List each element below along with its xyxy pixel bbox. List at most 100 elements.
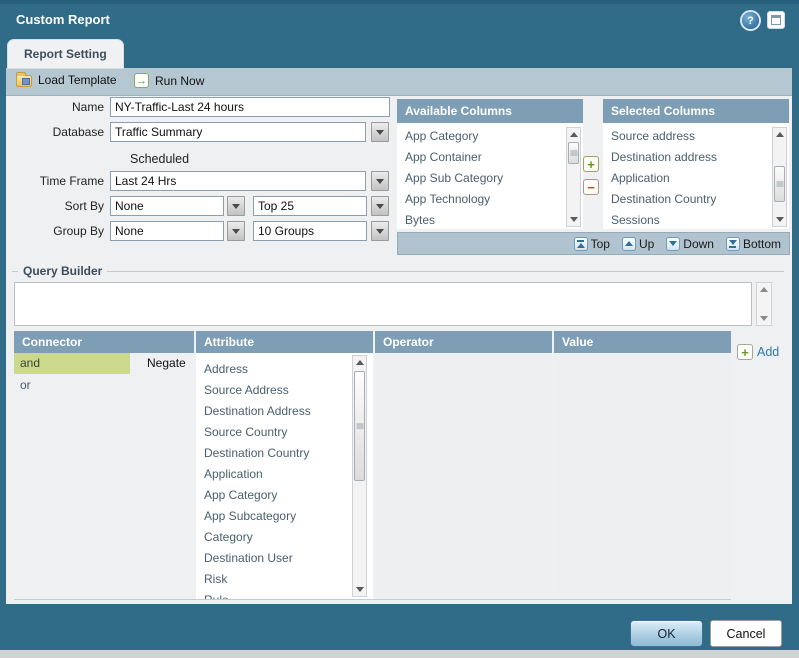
scroll-down-icon[interactable] bbox=[567, 213, 580, 226]
group-by-limit-select[interactable] bbox=[253, 221, 367, 241]
value-cell[interactable] bbox=[554, 353, 731, 599]
attribute-item[interactable]: Source Address bbox=[196, 380, 349, 401]
attribute-item[interactable]: Category bbox=[196, 527, 349, 548]
connector-option-and[interactable]: and bbox=[14, 353, 130, 374]
folder-icon bbox=[16, 75, 32, 87]
attribute-item[interactable]: Destination Address bbox=[196, 401, 349, 422]
connector-column-header: Connector bbox=[14, 331, 194, 353]
connector-option-or[interactable]: or bbox=[14, 375, 130, 396]
available-column-item[interactable]: Bytes bbox=[397, 210, 583, 231]
scrollbar-thumb[interactable] bbox=[568, 142, 579, 164]
time-frame-select[interactable] bbox=[110, 171, 366, 191]
connector-cell: and or Negate bbox=[14, 353, 194, 599]
available-columns-list: App CategoryApp ContainerApp Sub Categor… bbox=[397, 123, 583, 229]
window-icon[interactable] bbox=[768, 12, 784, 28]
move-down-label: Down bbox=[683, 237, 714, 251]
group-by-limit-dropdown-arrow-icon[interactable] bbox=[371, 221, 389, 241]
selected-column-item[interactable]: Destination Country bbox=[603, 189, 789, 210]
move-bottom-label: Bottom bbox=[743, 237, 781, 251]
attribute-item[interactable]: Rule bbox=[196, 590, 349, 599]
available-column-item[interactable]: App Sub Category bbox=[397, 168, 583, 189]
name-input[interactable] bbox=[110, 97, 390, 117]
selected-columns-list: Source addressDestination addressApplica… bbox=[603, 123, 789, 229]
available-column-item[interactable]: App Technology bbox=[397, 189, 583, 210]
scrollbar-thumb[interactable] bbox=[774, 166, 785, 202]
attribute-item[interactable]: Risk bbox=[196, 569, 349, 590]
group-by-dropdown-arrow-icon[interactable] bbox=[227, 221, 245, 241]
help-icon[interactable]: ? bbox=[742, 12, 759, 29]
available-columns-scrollbar[interactable] bbox=[566, 127, 581, 227]
query-input[interactable] bbox=[14, 282, 752, 326]
selected-columns-scrollbar[interactable] bbox=[772, 127, 787, 227]
cancel-button[interactable]: Cancel bbox=[710, 620, 782, 647]
move-down-icon bbox=[666, 237, 680, 251]
attribute-cell: AddressSource AddressDestination Address… bbox=[196, 353, 373, 599]
move-top-icon bbox=[574, 237, 588, 251]
move-bottom-icon bbox=[726, 237, 740, 251]
attribute-item[interactable]: App Category bbox=[196, 485, 349, 506]
database-dropdown-arrow-icon[interactable] bbox=[371, 122, 389, 142]
sort-by-select[interactable] bbox=[110, 196, 224, 216]
attribute-item[interactable]: Destination User bbox=[196, 548, 349, 569]
move-up-button[interactable]: Up bbox=[622, 237, 654, 251]
ok-button[interactable]: OK bbox=[630, 620, 703, 647]
query-builder-divider bbox=[12, 271, 784, 272]
attribute-item[interactable]: Application bbox=[196, 464, 349, 485]
attribute-item[interactable]: Source Country bbox=[196, 422, 349, 443]
selected-column-item[interactable]: Destination address bbox=[603, 147, 789, 168]
move-down-button[interactable]: Down bbox=[666, 237, 714, 251]
add-condition-button[interactable]: + Add bbox=[737, 344, 779, 360]
scroll-up-icon[interactable] bbox=[757, 283, 771, 296]
scroll-up-icon[interactable] bbox=[567, 128, 580, 141]
selected-column-item[interactable]: Sessions bbox=[603, 210, 789, 231]
custom-report-dialog: Custom Report ? Report Setting Load Temp… bbox=[0, 0, 799, 650]
move-bottom-button[interactable]: Bottom bbox=[726, 237, 781, 251]
database-select[interactable] bbox=[110, 122, 366, 142]
query-scrollbar[interactable] bbox=[756, 282, 772, 326]
group-by-label: Group By bbox=[6, 221, 104, 241]
scheduled-label: Scheduled bbox=[130, 152, 189, 166]
available-column-item[interactable]: App Container bbox=[397, 147, 583, 168]
sort-by-dropdown-arrow-icon[interactable] bbox=[227, 196, 245, 216]
group-by-select[interactable] bbox=[110, 221, 224, 241]
time-frame-label: Time Frame bbox=[6, 171, 104, 191]
load-template-label: Load Template bbox=[38, 73, 117, 87]
selected-column-item[interactable]: Application bbox=[603, 168, 789, 189]
sort-by-limit-dropdown-arrow-icon[interactable] bbox=[371, 196, 389, 216]
window-glyph bbox=[771, 15, 781, 25]
attribute-list: AddressSource AddressDestination Address… bbox=[196, 353, 349, 599]
remove-column-button[interactable]: − bbox=[583, 179, 599, 195]
scroll-down-icon[interactable] bbox=[773, 213, 786, 226]
table-bottom-border bbox=[14, 599, 731, 600]
scroll-up-icon[interactable] bbox=[773, 128, 786, 141]
value-column-header: Value bbox=[554, 331, 731, 353]
scroll-up-icon[interactable] bbox=[353, 356, 366, 369]
scroll-down-icon[interactable] bbox=[353, 583, 366, 596]
load-template-button[interactable]: Load Template bbox=[16, 73, 117, 87]
tab-report-setting[interactable]: Report Setting bbox=[8, 40, 123, 68]
selected-column-item[interactable]: Source address bbox=[603, 126, 789, 147]
run-arrow-icon: → bbox=[134, 73, 149, 88]
move-up-icon bbox=[622, 237, 636, 251]
attribute-column-header: Attribute bbox=[196, 331, 373, 353]
attribute-item[interactable]: Destination Country bbox=[196, 443, 349, 464]
add-label: Add bbox=[757, 345, 779, 359]
available-column-item[interactable]: App Category bbox=[397, 126, 583, 147]
run-now-button[interactable]: → Run Now bbox=[134, 73, 204, 88]
negate-label[interactable]: Negate bbox=[147, 353, 186, 374]
query-builder-legend: Query Builder bbox=[18, 264, 107, 278]
attribute-item[interactable]: Address bbox=[196, 359, 349, 380]
time-frame-dropdown-arrow-icon[interactable] bbox=[371, 171, 389, 191]
plus-icon: + bbox=[737, 344, 753, 360]
sort-by-limit-select[interactable] bbox=[253, 196, 367, 216]
move-top-button[interactable]: Top bbox=[574, 237, 610, 251]
add-column-button[interactable]: + bbox=[583, 156, 599, 172]
available-columns-panel: Available Columns App CategoryApp Contai… bbox=[397, 99, 583, 229]
database-label: Database bbox=[6, 122, 104, 142]
operator-cell[interactable] bbox=[375, 353, 552, 599]
scroll-down-icon[interactable] bbox=[757, 312, 771, 325]
attribute-scrollbar[interactable] bbox=[352, 355, 367, 597]
available-columns-header: Available Columns bbox=[397, 99, 583, 123]
scrollbar-thumb[interactable] bbox=[354, 371, 365, 481]
attribute-item[interactable]: App Subcategory bbox=[196, 506, 349, 527]
